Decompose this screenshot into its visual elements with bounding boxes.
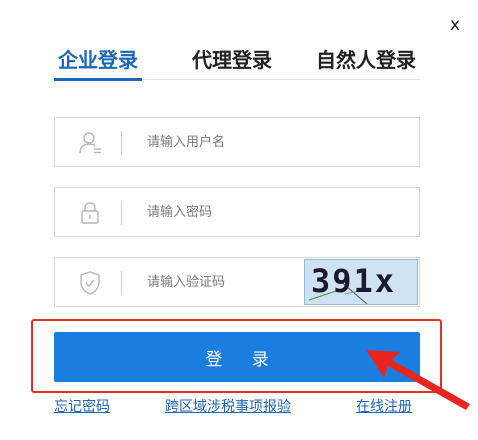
user-icon — [79, 132, 101, 154]
tab-agent-login[interactable]: 代理登录 — [192, 44, 272, 80]
field-divider — [121, 201, 122, 225]
forgot-password-link[interactable]: 忘记密码 — [54, 396, 110, 416]
username-field-box — [54, 117, 420, 167]
tab-individual-login[interactable]: 自然人登录 — [316, 44, 416, 80]
password-field-box — [54, 187, 420, 237]
close-button[interactable]: x — [446, 14, 464, 36]
cross-region-tax-link[interactable]: 跨区域涉税事项报验 — [165, 396, 291, 416]
captcha-input[interactable] — [147, 268, 297, 296]
username-input[interactable] — [147, 128, 297, 156]
lock-icon — [81, 202, 99, 224]
shield-icon — [80, 271, 100, 295]
login-tabs: 企业登录 代理登录 自然人登录 — [54, 44, 420, 81]
field-divider — [121, 271, 122, 295]
field-divider — [121, 131, 122, 155]
register-link[interactable]: 在线注册 — [356, 396, 412, 416]
tab-enterprise-login[interactable]: 企业登录 — [54, 44, 142, 81]
captcha-code: 391x — [311, 262, 397, 300]
password-input[interactable] — [147, 198, 297, 226]
captcha-image[interactable]: 391x — [304, 259, 418, 305]
